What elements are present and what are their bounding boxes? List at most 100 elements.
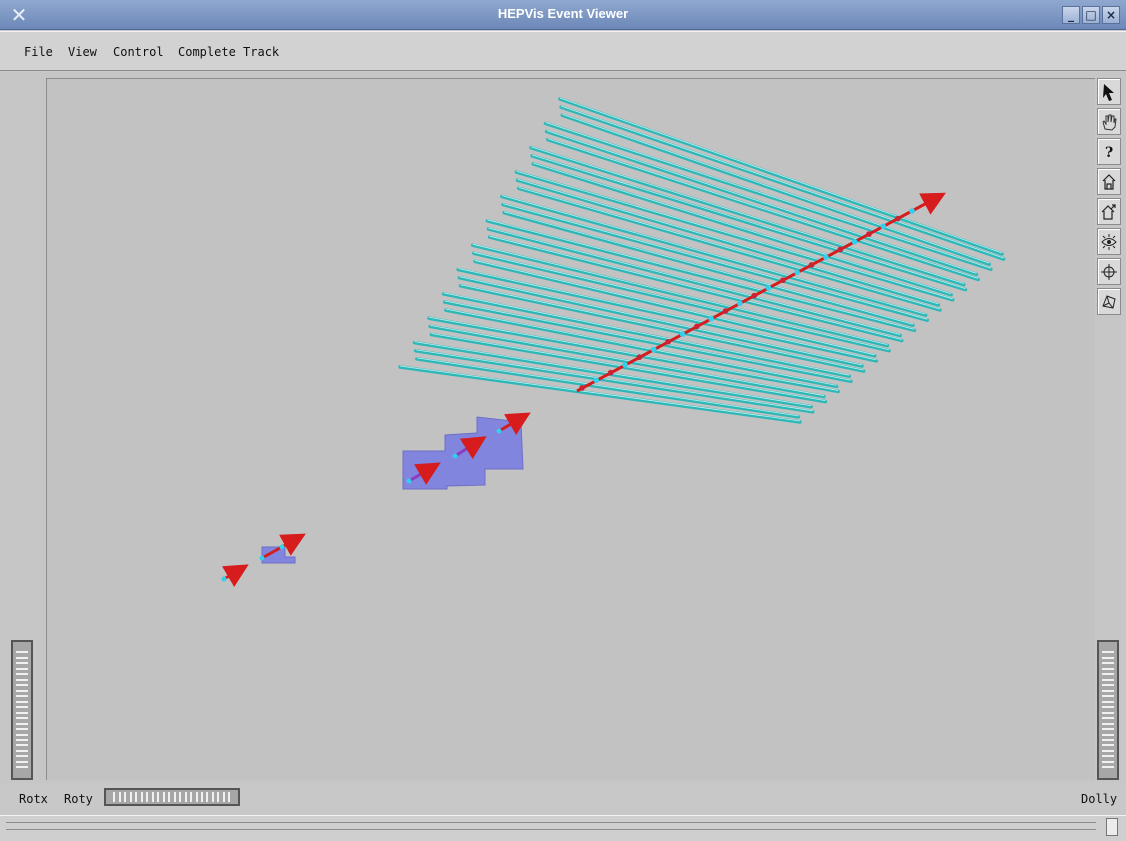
view-all-eye-icon (1101, 234, 1117, 250)
dolly-thumbwheel[interactable] (1097, 640, 1119, 780)
set-home-button[interactable] (1097, 198, 1121, 225)
thumbwheel-ridge (16, 755, 28, 758)
menu-view[interactable]: View (68, 45, 97, 59)
thumbwheel-ridge (16, 733, 28, 736)
thumbwheel-ridge (168, 792, 171, 802)
thumbwheel-ridge (151, 792, 154, 802)
track-hit (279, 544, 285, 550)
minimize-button[interactable]: _ (1062, 6, 1080, 24)
track-hit (794, 269, 801, 276)
thumbwheel-ridge (190, 792, 193, 802)
thumbwheel-ridge (16, 717, 28, 720)
view-all-button[interactable] (1097, 228, 1121, 255)
track-hit (909, 208, 915, 214)
track-hit (406, 478, 412, 484)
thumbwheel-ridge (140, 792, 143, 802)
thumbwheel-ridge (16, 662, 28, 665)
track-hit (665, 339, 671, 345)
thumbwheel-ridge (16, 722, 28, 725)
thumbwheel-ridge (135, 792, 138, 802)
thumbwheel-ridge (206, 792, 209, 802)
thumbwheel-ridge (1102, 689, 1114, 692)
window-title-bar: ✕ HEPVis Event Viewer _ □ × (0, 0, 1126, 30)
strip-highlight (561, 105, 1004, 259)
thumbwheel-ridge (1102, 733, 1114, 736)
thumbwheel-ridge (1102, 755, 1114, 758)
thumbwheel-ridge (173, 792, 176, 802)
thumbwheel-ridge (146, 792, 149, 802)
status-divider (6, 822, 1096, 823)
thumbwheel-ridge (16, 651, 28, 654)
thumbwheel-ridge (1102, 711, 1114, 714)
maximize-button[interactable]: □ (1082, 6, 1100, 24)
seek-target-icon (1101, 264, 1117, 280)
track-hit (751, 292, 757, 299)
hand-pan-icon (1102, 114, 1117, 131)
status-bar (0, 815, 1126, 841)
thumbwheel-ridge (16, 656, 28, 659)
dolly-label: Dolly (1081, 792, 1118, 806)
window-title: HEPVis Event Viewer (497, 6, 629, 21)
track-hit (622, 362, 628, 368)
home-button[interactable] (1097, 168, 1121, 195)
strip-detector-line (559, 105, 1006, 261)
set-home-icon (1101, 204, 1116, 220)
thumbwheel-ridge (1102, 722, 1114, 725)
resize-grip[interactable] (1106, 818, 1118, 836)
track-hit (823, 254, 829, 260)
thumbwheel-ridge (113, 792, 116, 802)
track-hit (579, 385, 585, 391)
help-button[interactable]: ? (1097, 138, 1121, 165)
track-hit (452, 453, 458, 459)
menu-file[interactable]: File (24, 45, 53, 59)
menu-control[interactable]: Control (113, 45, 164, 59)
thumbwheel-ridge (1102, 728, 1114, 731)
track-hit (722, 308, 729, 314)
roty-thumbwheel[interactable] (104, 788, 240, 806)
thumbwheel-ridge (1102, 717, 1114, 720)
thumbwheel-ridge (129, 792, 132, 802)
thumbwheel-ridge (228, 792, 231, 802)
rotx-thumbwheel[interactable] (11, 640, 33, 780)
thumbwheel-ridge (1102, 695, 1114, 698)
thumbwheel-ridge (1102, 706, 1114, 709)
track-hit (780, 277, 786, 284)
roty-label: Roty (64, 792, 93, 806)
perspective-camera-icon (1102, 295, 1116, 309)
thumbwheel-ridge (16, 760, 28, 763)
thumbwheel-ridge (1102, 656, 1114, 659)
pan-hand-button[interactable] (1097, 108, 1121, 135)
track-hit (693, 323, 700, 330)
thumbwheel-ridge (1102, 662, 1114, 665)
track-hit (708, 315, 714, 322)
thumbwheel-ridge (124, 792, 127, 802)
thumbwheel-ridge (157, 792, 160, 802)
thumbwheel-ridge (16, 706, 28, 709)
thumbwheel-ridge (1102, 667, 1114, 670)
thumbwheel-ridge (1102, 738, 1114, 741)
select-arrow-button[interactable] (1097, 78, 1121, 105)
strip-detector-line (560, 113, 992, 266)
camera-type-button[interactable] (1097, 288, 1121, 315)
thumbwheel-ridge (211, 792, 214, 802)
track-segment (221, 564, 249, 587)
rotx-label: Rotx (19, 792, 48, 806)
thumbwheel-ridge (162, 792, 165, 802)
menu-complete-track[interactable]: Complete Track (178, 45, 279, 59)
thumbwheel-ridge (222, 792, 225, 802)
thumbwheel-ridge (16, 678, 28, 681)
track-hit (259, 555, 265, 561)
thumbwheel-ridge (16, 673, 28, 676)
thumbwheel-ridge (16, 667, 28, 670)
track-hit (837, 246, 844, 253)
thumbwheel-ridge (16, 744, 28, 747)
track-hit (679, 331, 686, 337)
seek-button[interactable] (1097, 258, 1121, 285)
3d-viewport[interactable] (46, 78, 1095, 780)
close-button[interactable]: × (1102, 6, 1120, 24)
track-hit (221, 576, 227, 582)
track-hit (636, 354, 643, 361)
thumbwheel-ridge (217, 792, 220, 802)
thumbwheel-ridge (200, 792, 203, 802)
track-hit (765, 285, 772, 291)
